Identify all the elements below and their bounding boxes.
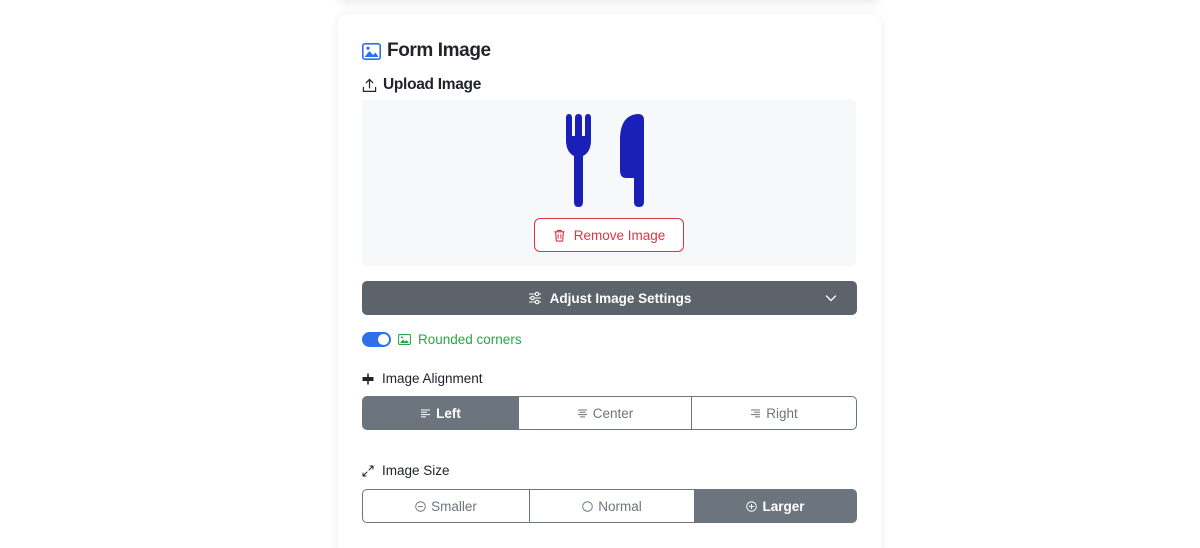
align-left-label: Left [436, 405, 461, 421]
image-size-label: Image Size [382, 463, 450, 478]
plus-circle-icon [746, 500, 758, 512]
upload-header: Upload Image [362, 76, 481, 94]
align-right-label: Right [766, 405, 798, 421]
image-icon [398, 334, 411, 345]
image-preview-panel: Remove Image [362, 100, 856, 266]
rounded-corners-switch[interactable] [362, 332, 391, 347]
expand-arrows-icon [362, 465, 374, 476]
remove-image-label: Remove Image [573, 227, 666, 243]
rounded-corners-label: Rounded corners [418, 332, 522, 347]
size-larger-label: Larger [762, 498, 805, 514]
image-icon [362, 42, 381, 60]
image-alignment-label: Image Alignment [382, 371, 483, 386]
size-normal-label: Normal [598, 498, 642, 514]
switch-knob [378, 334, 389, 345]
chevron-down-icon [825, 295, 837, 302]
align-left-icon [421, 409, 431, 417]
align-left-button[interactable]: Left [362, 396, 519, 430]
dash-circle-icon [415, 500, 426, 512]
rounded-corners-row: Rounded corners [362, 332, 522, 347]
circle-icon [582, 500, 593, 512]
remove-image-button[interactable]: Remove Image [534, 218, 684, 252]
upload-icon [362, 78, 377, 92]
align-right-button[interactable]: Right [692, 396, 857, 430]
align-center-button[interactable]: Center [519, 396, 692, 430]
align-center-label: Center [592, 405, 634, 421]
card-title: Form Image [387, 40, 491, 61]
size-larger-button[interactable]: Larger [695, 489, 857, 523]
sliders-icon [528, 291, 541, 305]
image-size-header: Image Size [362, 463, 450, 478]
image-alignment-header: Image Alignment [362, 371, 483, 386]
adjust-image-settings-toggle[interactable]: Adjust Image Settings [362, 281, 857, 315]
size-normal-button[interactable]: Normal [530, 489, 695, 523]
size-smaller-label: Smaller [431, 498, 477, 514]
align-right-icon [751, 409, 761, 417]
utensils-icon [566, 114, 644, 207]
align-icon [362, 373, 374, 384]
card-header: Form Image [362, 40, 491, 62]
alignment-button-group: Left Center Right [362, 396, 857, 430]
size-button-group: Smaller Normal Larger [362, 489, 857, 523]
upload-label: Upload Image [383, 76, 482, 93]
trash-icon [554, 229, 565, 242]
align-center-icon [577, 409, 587, 417]
adjust-image-settings-label: Adjust Image Settings [549, 290, 692, 306]
size-smaller-button[interactable]: Smaller [362, 489, 530, 523]
form-image-card: Form Image Upload Image Remove Image Adj… [338, 14, 881, 548]
